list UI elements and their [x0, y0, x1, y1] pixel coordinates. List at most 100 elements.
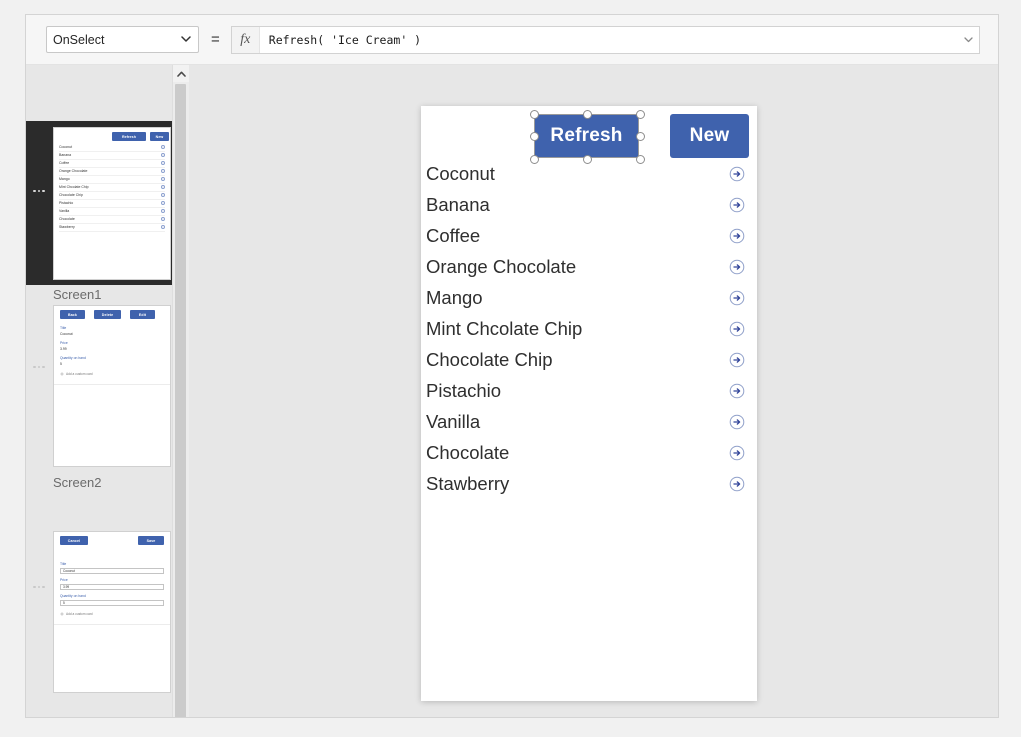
gallery-list[interactable]: Coconut Banana Coffee Orange Chocolate M…	[421, 158, 757, 499]
screen-thumbnail-preview-2[interactable]: Back Delete Edit Title Coconut Price 3.9…	[53, 305, 171, 467]
mini-list-item: Chocolate	[59, 216, 165, 224]
mini-screen-edit: Cancel Save Title Coconut Price 3.99 Qua…	[54, 532, 170, 692]
mini-delete-button: Delete	[94, 310, 121, 319]
mini-list-item: Pistachio	[59, 200, 165, 208]
circled-arrow-right-icon	[161, 201, 165, 206]
gallery-item-label: Vanilla	[426, 410, 481, 432]
screen-thumbnail-item-2[interactable]: Back Delete Edit Title Coconut Price 3.9…	[26, 305, 172, 531]
circled-arrow-right-icon[interactable]	[729, 166, 745, 182]
mini-edit-button: Edit	[130, 310, 155, 319]
canvas-area[interactable]: Refresh New Coconut Banana Coffee Orange…	[189, 65, 998, 717]
refresh-button[interactable]: Refresh	[534, 114, 639, 158]
mini-new-button: New	[150, 132, 169, 141]
screen-thumbnail-item-1[interactable]: Refresh New Coconut Banana Coffee Orange…	[26, 77, 172, 303]
gallery-item[interactable]: Pistachio	[421, 375, 757, 406]
gallery-item[interactable]: Coffee	[421, 220, 757, 251]
gallery-item[interactable]: Vanilla	[421, 406, 757, 437]
circled-arrow-right-icon[interactable]	[729, 414, 745, 430]
circled-arrow-right-icon	[161, 225, 165, 230]
formula-bar: OnSelect = fx Refresh( 'Ice Cream' )	[26, 15, 998, 65]
circled-arrow-right-icon	[161, 185, 165, 190]
screen-thumbnail-preview-3[interactable]: Cancel Save Title Coconut Price 3.99 Qua…	[53, 531, 171, 693]
circled-arrow-right-icon	[161, 193, 165, 198]
mini-divider	[54, 384, 170, 385]
gallery-item[interactable]: Mint Chcolate Chip	[421, 313, 757, 344]
screen-rail-scrollbar[interactable]	[172, 65, 189, 717]
mini-field-label: Price	[60, 341, 68, 345]
mini-list-label: Vanilla	[59, 209, 70, 214]
equals-sign: =	[211, 31, 220, 48]
property-selector-wrapper: OnSelect	[46, 26, 199, 53]
plus-icon	[60, 372, 64, 376]
gallery-item-label: Banana	[426, 193, 490, 215]
circled-arrow-right-icon[interactable]	[729, 383, 745, 399]
overflow-dots-icon[interactable]	[29, 185, 49, 197]
formula-input-wrapper[interactable]: fx Refresh( 'Ice Cream' )	[230, 25, 980, 54]
scrollbar-thumb[interactable]	[175, 84, 186, 717]
mini-field-label: Price	[60, 578, 68, 582]
studio-body: Refresh New Coconut Banana Coffee Orange…	[26, 65, 998, 717]
gallery-item[interactable]: Stawberry	[421, 468, 757, 499]
circled-arrow-right-icon	[161, 217, 165, 222]
mini-field-label: Title	[60, 326, 67, 330]
screen-thumbnail-rail: Refresh New Coconut Banana Coffee Orange…	[26, 65, 172, 717]
circled-arrow-right-icon[interactable]	[729, 321, 745, 337]
mini-list-label: Stawberry	[59, 225, 75, 230]
mini-list-label: Chocolate Chip	[59, 193, 83, 198]
mini-field-input: Coconut	[60, 568, 164, 574]
circled-arrow-right-icon[interactable]	[729, 259, 745, 275]
mini-list-item: Banana	[59, 152, 165, 160]
app-canvas[interactable]: Refresh New Coconut Banana Coffee Orange…	[421, 106, 757, 701]
circled-arrow-right-icon	[161, 169, 165, 174]
gallery-item[interactable]: Coconut	[421, 158, 757, 189]
scroll-up-icon[interactable]	[173, 65, 189, 82]
mini-field-label: Quantity on hand	[60, 594, 86, 598]
gallery-item[interactable]: Orange Chocolate	[421, 251, 757, 282]
circled-arrow-right-icon[interactable]	[729, 476, 745, 492]
gallery-item[interactable]: Mango	[421, 282, 757, 313]
formula-input[interactable]: Refresh( 'Ice Cream' )	[260, 33, 957, 47]
circled-arrow-right-icon	[161, 161, 165, 166]
mini-list-label: Coffee	[59, 161, 70, 166]
gallery-item[interactable]: Chocolate Chip	[421, 344, 757, 375]
mini-field-input: 3.99	[60, 584, 164, 590]
mini-list-label: Pistachio	[59, 201, 74, 206]
circled-arrow-right-icon	[161, 177, 165, 182]
property-selector[interactable]: OnSelect	[46, 26, 199, 53]
circled-arrow-right-icon[interactable]	[729, 228, 745, 244]
gallery-item[interactable]: Chocolate	[421, 437, 757, 468]
gallery-item-label: Pistachio	[426, 379, 502, 401]
mini-add-card-label: Add a custom card	[66, 372, 93, 376]
gallery-item[interactable]: Banana	[421, 189, 757, 220]
fx-icon: fx	[231, 26, 260, 53]
plus-icon	[60, 612, 64, 616]
mini-list-item: Vanilla	[59, 208, 165, 216]
circled-arrow-right-icon[interactable]	[729, 290, 745, 306]
gallery-item-label: Orange Chocolate	[426, 255, 577, 277]
mini-list-label: Banana	[59, 153, 72, 158]
circled-arrow-right-icon[interactable]	[729, 445, 745, 461]
overflow-dots-icon[interactable]	[29, 361, 49, 373]
circled-arrow-right-icon[interactable]	[729, 352, 745, 368]
mini-list-item: Chocolate Chip	[59, 192, 165, 200]
overflow-dots-icon[interactable]	[29, 581, 49, 593]
screen-thumbnail-item-3[interactable]: Cancel Save Title Coconut Price 3.99 Qua…	[26, 531, 172, 717]
circled-arrow-right-icon[interactable]	[729, 197, 745, 213]
mini-field-label: Quantity on hand	[60, 356, 86, 360]
new-button[interactable]: New	[670, 114, 749, 158]
gallery-item-label: Mint Chcolate Chip	[426, 317, 583, 339]
mini-add-custom-card: Add a custom card	[60, 612, 93, 616]
formula-expand-chevron-icon[interactable]	[957, 36, 979, 43]
mini-field-value: Coconut	[60, 332, 73, 336]
mini-list-item: Mint Chcolate Chip	[59, 184, 165, 192]
mini-field-input: 5	[60, 600, 164, 606]
screen-thumbnail-preview-1[interactable]: Refresh New Coconut Banana Coffee Orange…	[53, 127, 171, 280]
gallery-item-label: Coconut	[426, 162, 495, 184]
mini-cancel-button: Cancel	[60, 536, 88, 545]
mini-field-value: 5	[60, 362, 62, 366]
mini-list-item: Orange Chocolate	[59, 168, 165, 176]
mini-list-item: Mango	[59, 176, 165, 184]
mini-list-label: Chocolate	[59, 217, 75, 222]
mini-list-item: Coconut	[59, 144, 165, 152]
circled-arrow-right-icon	[161, 145, 165, 150]
